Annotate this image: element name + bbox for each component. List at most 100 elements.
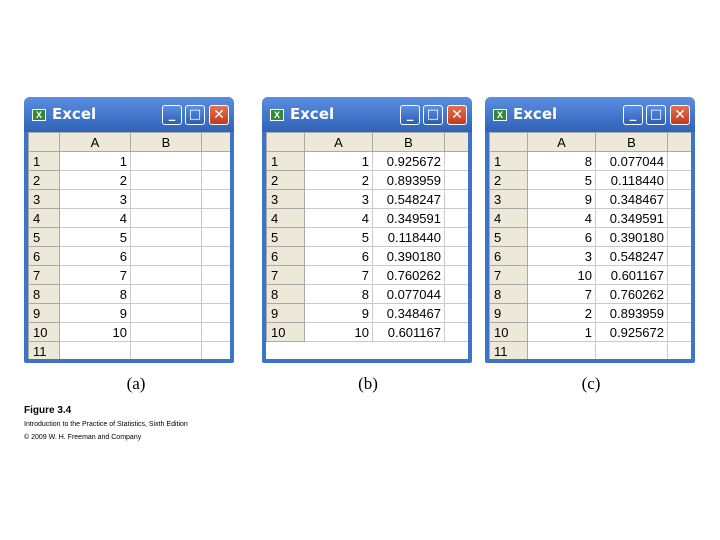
cell-a[interactable]: 6: [527, 227, 596, 247]
column-header-b[interactable]: B: [130, 132, 202, 152]
cell-c[interactable]: [667, 341, 691, 359]
spreadsheet-grid[interactable]: A B 1 1 0.925672 2 2 0.893959 3 3 0.548247 4 4 0.34…: [266, 132, 468, 359]
cell-b[interactable]: [130, 208, 202, 228]
row-header[interactable]: 6: [489, 246, 528, 266]
cell-b[interactable]: 0.348467: [372, 303, 445, 323]
cell-c[interactable]: [667, 322, 691, 342]
column-header-b[interactable]: B: [595, 132, 668, 152]
cell-a[interactable]: 8: [59, 284, 131, 304]
cell-c[interactable]: [667, 246, 691, 266]
row-header[interactable]: 6: [266, 246, 305, 266]
corner-cell[interactable]: [489, 132, 528, 152]
column-header-a[interactable]: A: [59, 132, 131, 152]
row-header[interactable]: 2: [28, 170, 60, 190]
cell-a[interactable]: 6: [304, 246, 373, 266]
cell-c[interactable]: [667, 189, 691, 209]
cell-b[interactable]: 0.548247: [372, 189, 445, 209]
corner-cell[interactable]: [266, 132, 305, 152]
cell-b[interactable]: 0.077044: [372, 284, 445, 304]
cell-b[interactable]: 0.760262: [595, 284, 668, 304]
cell-c[interactable]: [201, 208, 230, 228]
cell-a[interactable]: 4: [304, 208, 373, 228]
cell-c[interactable]: [444, 189, 468, 209]
cell-c[interactable]: [667, 303, 691, 323]
close-button[interactable]: ✕: [209, 105, 229, 125]
column-header-c[interactable]: [667, 132, 691, 152]
cell-a[interactable]: [527, 341, 596, 359]
cell-a[interactable]: 10: [59, 322, 131, 342]
cell-a[interactable]: 7: [304, 265, 373, 285]
cell-c[interactable]: [444, 322, 468, 342]
cell-a[interactable]: 2: [59, 170, 131, 190]
row-header[interactable]: 1: [489, 151, 528, 171]
row-header[interactable]: 8: [266, 284, 305, 304]
cell-a[interactable]: 2: [304, 170, 373, 190]
cell-a[interactable]: 9: [527, 189, 596, 209]
cell-b[interactable]: 0.601167: [595, 265, 668, 285]
cell-c[interactable]: [444, 227, 468, 247]
row-header[interactable]: 9: [266, 303, 305, 323]
row-header[interactable]: 3: [266, 189, 305, 209]
cell-c[interactable]: [667, 151, 691, 171]
row-header[interactable]: 7: [489, 265, 528, 285]
cell-b[interactable]: 0.349591: [595, 208, 668, 228]
column-header-a[interactable]: A: [304, 132, 373, 152]
cell-a[interactable]: 5: [527, 170, 596, 190]
cell-c[interactable]: [667, 208, 691, 228]
cell-a[interactable]: 8: [304, 284, 373, 304]
cell-a[interactable]: 1: [304, 151, 373, 171]
cell-c[interactable]: [667, 265, 691, 285]
cell-a[interactable]: 8: [527, 151, 596, 171]
row-header[interactable]: 10: [266, 322, 305, 342]
cell-a[interactable]: 2: [527, 303, 596, 323]
cell-c[interactable]: [444, 303, 468, 323]
close-button[interactable]: ✕: [670, 105, 690, 125]
column-header-c[interactable]: [444, 132, 468, 152]
row-header[interactable]: 9: [28, 303, 60, 323]
cell-b[interactable]: 0.390180: [372, 246, 445, 266]
row-header[interactable]: 11: [28, 341, 60, 359]
cell-a[interactable]: 6: [59, 246, 131, 266]
row-header[interactable]: 10: [28, 322, 60, 342]
row-header[interactable]: 5: [28, 227, 60, 247]
row-header[interactable]: 3: [489, 189, 528, 209]
cell-a[interactable]: 7: [59, 265, 131, 285]
maximize-button[interactable]: □: [185, 105, 205, 125]
cell-c[interactable]: [444, 208, 468, 228]
maximize-button[interactable]: □: [423, 105, 443, 125]
row-header[interactable]: 11: [489, 341, 528, 359]
cell-c[interactable]: [444, 151, 468, 171]
cell-b[interactable]: [130, 189, 202, 209]
cell-b[interactable]: [130, 265, 202, 285]
row-header[interactable]: 8: [489, 284, 528, 304]
cell-c[interactable]: [201, 189, 230, 209]
cell-c[interactable]: [444, 284, 468, 304]
title-bar[interactable]: X Excel _ □ ✕: [485, 97, 695, 132]
cell-b[interactable]: 0.118440: [372, 227, 445, 247]
spreadsheet-grid[interactable]: A B 1 8 0.077044 2 5 0.118440 3 9 0.348467 4 4 0.34…: [489, 132, 691, 359]
cell-c[interactable]: [201, 170, 230, 190]
cell-b[interactable]: [130, 341, 202, 359]
cell-a[interactable]: 10: [304, 322, 373, 342]
cell-b[interactable]: 0.348467: [595, 189, 668, 209]
cell-c[interactable]: [201, 341, 230, 359]
row-header[interactable]: 5: [489, 227, 528, 247]
cell-b[interactable]: 0.548247: [595, 246, 668, 266]
spreadsheet-grid[interactable]: A B 1 1 2 2 3 3 4 4 5 5 6 6 7 7 8 8 9 9 10 10 11: [28, 132, 230, 359]
column-header-b[interactable]: B: [372, 132, 445, 152]
cell-c[interactable]: [667, 170, 691, 190]
cell-b[interactable]: [130, 303, 202, 323]
row-header[interactable]: 4: [489, 208, 528, 228]
cell-a[interactable]: 3: [527, 246, 596, 266]
cell-b[interactable]: [130, 227, 202, 247]
row-header[interactable]: 3: [28, 189, 60, 209]
cell-a[interactable]: [59, 341, 131, 359]
cell-a[interactable]: 4: [527, 208, 596, 228]
cell-a[interactable]: 9: [304, 303, 373, 323]
title-bar[interactable]: X Excel _ □ ✕: [262, 97, 472, 132]
cell-c[interactable]: [201, 303, 230, 323]
minimize-button[interactable]: _: [400, 105, 420, 125]
close-button[interactable]: ✕: [447, 105, 467, 125]
cell-a[interactable]: 5: [304, 227, 373, 247]
cell-a[interactable]: 3: [304, 189, 373, 209]
